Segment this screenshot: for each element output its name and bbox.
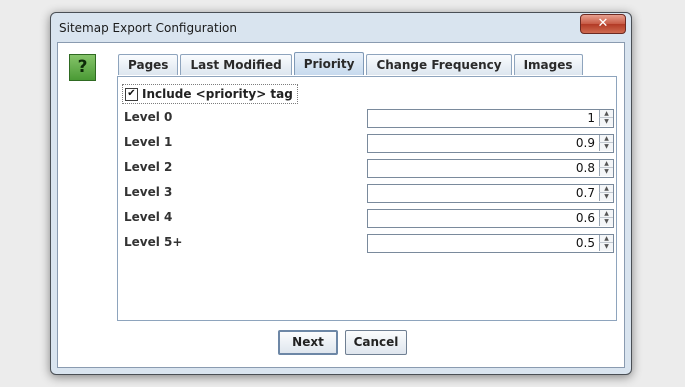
spin-down-arrow-icon[interactable]: ▼ <box>599 168 613 176</box>
include-priority-checkbox-row[interactable]: ✔ Include <priority> tag <box>122 84 298 104</box>
level-row-2: Level 2 0.8 ▲ ▼ <box>124 159 614 178</box>
level-2-spinner[interactable]: 0.8 ▲ ▼ <box>367 159 614 178</box>
level-0-spinner[interactable]: 1 ▲ ▼ <box>367 109 614 128</box>
dialog-window: Sitemap Export Configuration ✕ ? Pages L… <box>50 12 632 375</box>
close-icon: ✕ <box>597 16 609 31</box>
spin-down-arrow-icon[interactable]: ▼ <box>599 193 613 201</box>
level-label: Level 0 <box>124 110 173 124</box>
tab-priority[interactable]: Priority <box>293 52 365 75</box>
level-label: Level 1 <box>124 135 173 149</box>
level-row-4: Level 4 0.6 ▲ ▼ <box>124 209 614 228</box>
level-5-spinner[interactable]: 0.5 ▲ ▼ <box>367 234 614 253</box>
tab-last-modified[interactable]: Last Modified <box>180 54 292 75</box>
level-3-spinner[interactable]: 0.7 ▲ ▼ <box>367 184 614 203</box>
include-priority-checkbox[interactable]: ✔ <box>125 87 138 101</box>
window-title: Sitemap Export Configuration <box>59 21 237 35</box>
spinner-value[interactable]: 0.8 <box>576 161 595 175</box>
cancel-button[interactable]: Cancel <box>345 330 407 355</box>
help-icon: ? <box>69 54 96 81</box>
spinner-value[interactable]: 0.7 <box>576 186 595 200</box>
level-1-spinner[interactable]: 0.9 ▲ ▼ <box>367 134 614 153</box>
spin-down-arrow-icon[interactable]: ▼ <box>599 243 613 251</box>
level-row-0: Level 0 1 ▲ ▼ <box>124 109 614 128</box>
spinner-value[interactable]: 0.9 <box>576 136 595 150</box>
spin-down-arrow-icon[interactable]: ▼ <box>599 118 613 126</box>
tab-change-frequency[interactable]: Change Frequency <box>366 54 512 75</box>
spin-up-arrow-icon[interactable]: ▲ <box>599 135 613 143</box>
include-priority-label[interactable]: Include <priority> tag <box>142 87 293 101</box>
spin-down-arrow-icon[interactable]: ▼ <box>599 143 613 151</box>
spinner-value[interactable]: 0.5 <box>576 236 595 250</box>
spin-up-arrow-icon[interactable]: ▲ <box>599 235 613 243</box>
tab-pages[interactable]: Pages <box>118 54 179 75</box>
level-label: Level 2 <box>124 160 173 174</box>
level-4-spinner[interactable]: 0.6 ▲ ▼ <box>367 209 614 228</box>
level-label: Level 3 <box>124 185 173 199</box>
spin-up-arrow-icon[interactable]: ▲ <box>599 210 613 218</box>
spin-up-arrow-icon[interactable]: ▲ <box>599 160 613 168</box>
dialog-content: ? Pages Last Modified Priority Change Fr… <box>57 42 625 368</box>
tab-images[interactable]: Images <box>513 54 583 75</box>
close-button[interactable]: ✕ <box>580 14 626 34</box>
level-label: Level 4 <box>124 210 173 224</box>
level-label: Level 5+ <box>124 235 183 249</box>
level-row-5: Level 5+ 0.5 ▲ ▼ <box>124 234 614 253</box>
tab-bar: Pages Last Modified Priority Change Freq… <box>118 52 585 76</box>
spinner-value[interactable]: 0.6 <box>576 211 595 225</box>
priority-panel: ✔ Include <priority> tag Level 0 1 ▲ ▼ L… <box>117 76 617 321</box>
next-button[interactable]: Next <box>278 330 338 355</box>
spin-up-arrow-icon[interactable]: ▲ <box>599 185 613 193</box>
level-row-3: Level 3 0.7 ▲ ▼ <box>124 184 614 203</box>
spin-up-arrow-icon[interactable]: ▲ <box>599 110 613 118</box>
spin-down-arrow-icon[interactable]: ▼ <box>599 218 613 226</box>
spinner-value[interactable]: 1 <box>587 111 595 125</box>
title-bar[interactable]: Sitemap Export Configuration ✕ <box>51 13 631 43</box>
level-row-1: Level 1 0.9 ▲ ▼ <box>124 134 614 153</box>
